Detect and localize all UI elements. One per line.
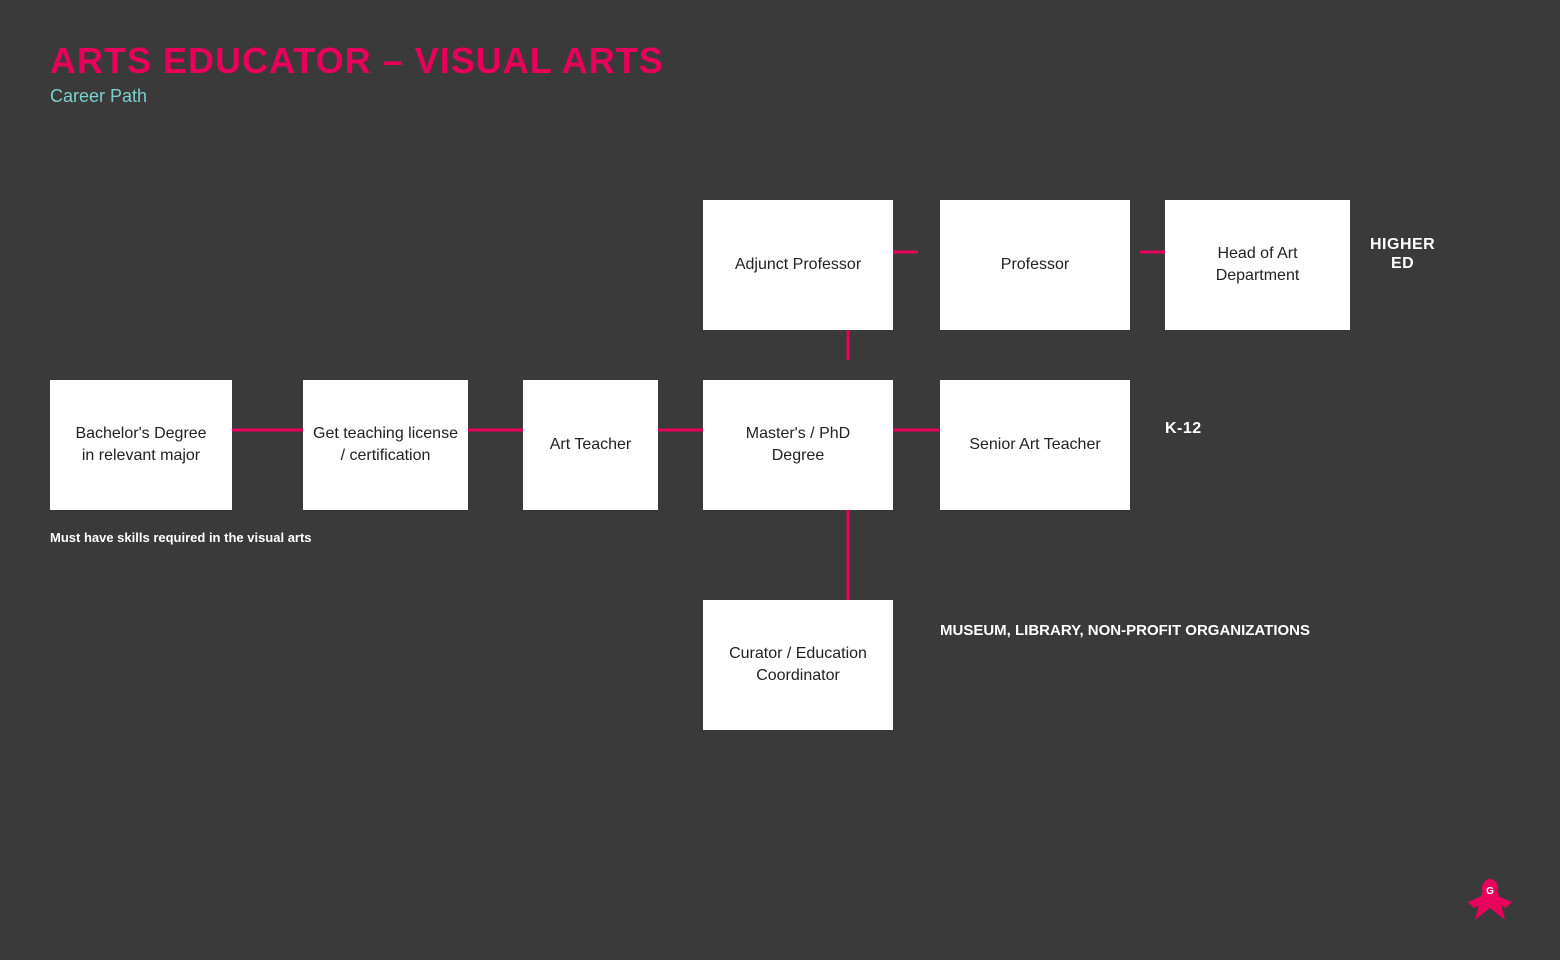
header: ARTS EDUCATOR – VISUAL ARTS Career Path bbox=[0, 0, 1560, 117]
head-of-art-box: Head of Art Department bbox=[1165, 200, 1350, 330]
bachelors-box: Bachelor's Degree in relevant major bbox=[50, 380, 232, 510]
teaching-license-box: Get teaching license / certification bbox=[303, 380, 468, 510]
masters-phd-box: Master's / PhD Degree bbox=[703, 380, 893, 510]
page-subtitle: Career Path bbox=[50, 86, 1510, 107]
curator-box: Curator / Education Coordinator bbox=[703, 600, 893, 730]
k12-label: K-12 bbox=[1165, 420, 1202, 438]
logo-letter: G bbox=[1486, 886, 1494, 897]
note-text: Must have skills required in the visual … bbox=[50, 530, 312, 545]
professor-box: Professor bbox=[940, 200, 1130, 330]
logo-icon: G bbox=[1460, 870, 1520, 930]
adjunct-professor-box: Adjunct Professor bbox=[703, 200, 893, 330]
career-diagram: Bachelor's Degree in relevant major Get … bbox=[0, 140, 1560, 940]
museum-label: MUSEUM, LIBRARY, NON-PROFIT ORGANIZATION… bbox=[940, 620, 1310, 643]
page-title: ARTS EDUCATOR – VISUAL ARTS bbox=[50, 40, 1510, 82]
art-teacher-box: Art Teacher bbox=[523, 380, 658, 510]
senior-art-teacher-box: Senior Art Teacher bbox=[940, 380, 1130, 510]
higher-ed-label: HIGHER ED bbox=[1370, 235, 1435, 273]
logo: G bbox=[1460, 870, 1520, 930]
